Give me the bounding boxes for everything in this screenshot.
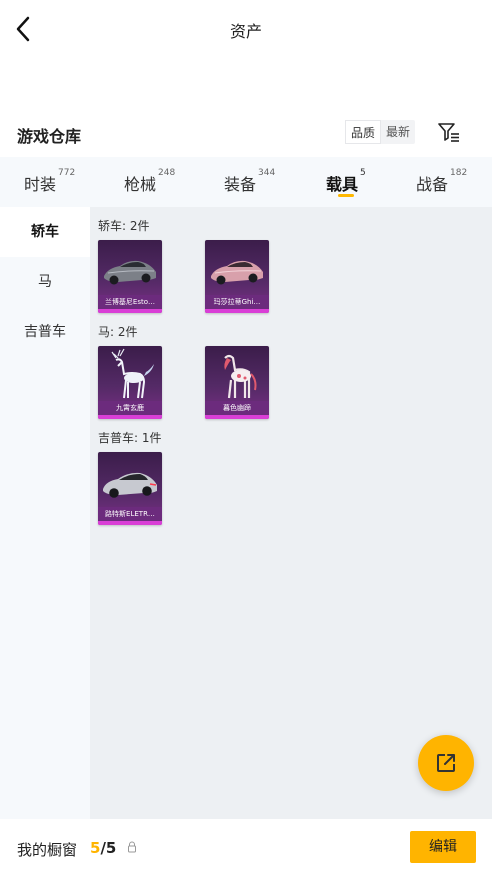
electric-suv-image (103, 472, 157, 498)
sports-car-pink-image (211, 260, 263, 285)
rarity-bar (98, 309, 162, 313)
tab-fashion[interactable]: 时装772 (24, 168, 76, 195)
vehicle-name: 暮色幽蹄 (205, 401, 269, 415)
sort-quality-option[interactable]: 品质 (345, 120, 382, 144)
tab-supplies[interactable]: 战备182 (416, 168, 468, 195)
header: 资产 (0, 0, 492, 60)
showcase-label: 我的橱窗 (17, 841, 78, 859)
tab-count: 248 (158, 168, 176, 178)
vehicle-card[interactable]: 玛莎拉蒂Ghi… (205, 240, 269, 313)
sidebar-item-horse[interactable]: 马 (0, 257, 90, 307)
tab-count: 182 (450, 168, 468, 178)
tab-label: 时装 (24, 175, 57, 194)
vehicle-card[interactable]: 兰博基尼Esto… (98, 240, 162, 313)
warehouse-title: 游戏仓库 (17, 127, 82, 146)
group-label-sedan: 轿车: 2件 (98, 219, 150, 233)
tab-count: 772 (58, 168, 76, 178)
rarity-bar (98, 521, 162, 525)
page-title: 资产 (229, 22, 262, 41)
active-tab-indicator (338, 194, 354, 197)
vehicle-card[interactable]: 暮色幽蹄 (205, 346, 269, 419)
lock-icon (128, 841, 136, 853)
group-label-horse: 马: 2件 (98, 325, 138, 339)
tab-label: 战备 (416, 175, 449, 194)
tab-label: 枪械 (124, 175, 157, 194)
sort-toggle: 品质 最新 (345, 120, 416, 144)
tab-count: 5 (360, 168, 366, 178)
sports-car-gray-image (104, 260, 156, 285)
vehicle-name: 路特斯ELETR… (98, 507, 162, 521)
vehicle-name: 兰博基尼Esto… (98, 295, 162, 309)
horse-mount-image (224, 354, 257, 399)
edit-button[interactable]: 编辑 (410, 831, 476, 863)
vehicle-grid: 轿车: 2件 兰博基尼Esto… 玛莎拉蒂Ghi… 马: 2件 九霄玄鹿 暮色幽… (90, 207, 492, 819)
sort-newest-option[interactable]: 最新 (381, 120, 415, 144)
showcase-bar: 我的橱窗 5/5 编辑 (0, 819, 492, 876)
tab-label: 装备 (224, 175, 257, 194)
sidebar-item-sedan[interactable]: 轿车 (0, 207, 90, 257)
category-tabs: 时装772 枪械248 装备344 载具5 战备182 (0, 157, 492, 207)
showcase-current: 5 (90, 839, 101, 857)
group-label-jeep: 吉普车: 1件 (98, 431, 162, 445)
tab-label: 载具 (326, 175, 359, 194)
showcase-count: 5/5 (90, 839, 116, 857)
deer-mount-image (111, 348, 154, 399)
tab-equipment[interactable]: 装备344 (224, 168, 276, 195)
rarity-bar (205, 415, 269, 419)
rarity-bar (98, 415, 162, 419)
vehicle-name: 九霄玄鹿 (98, 401, 162, 415)
rarity-bar (205, 309, 269, 313)
vehicle-name: 玛莎拉蒂Ghi… (205, 295, 269, 309)
share-external-icon (437, 754, 455, 772)
showcase-total: 5 (105, 839, 117, 857)
vehicle-type-sidebar: 轿车 马 吉普车 (0, 207, 90, 819)
vehicle-card[interactable]: 九霄玄鹿 (98, 346, 162, 419)
filter-icon[interactable] (437, 120, 461, 144)
sidebar-item-jeep[interactable]: 吉普车 (0, 307, 90, 357)
tab-count: 344 (258, 168, 276, 178)
tab-firearms[interactable]: 枪械248 (124, 168, 176, 195)
tab-vehicles[interactable]: 载具5 (326, 168, 366, 195)
vehicle-card[interactable]: 路特斯ELETR… (98, 452, 162, 525)
share-button[interactable] (418, 735, 474, 791)
